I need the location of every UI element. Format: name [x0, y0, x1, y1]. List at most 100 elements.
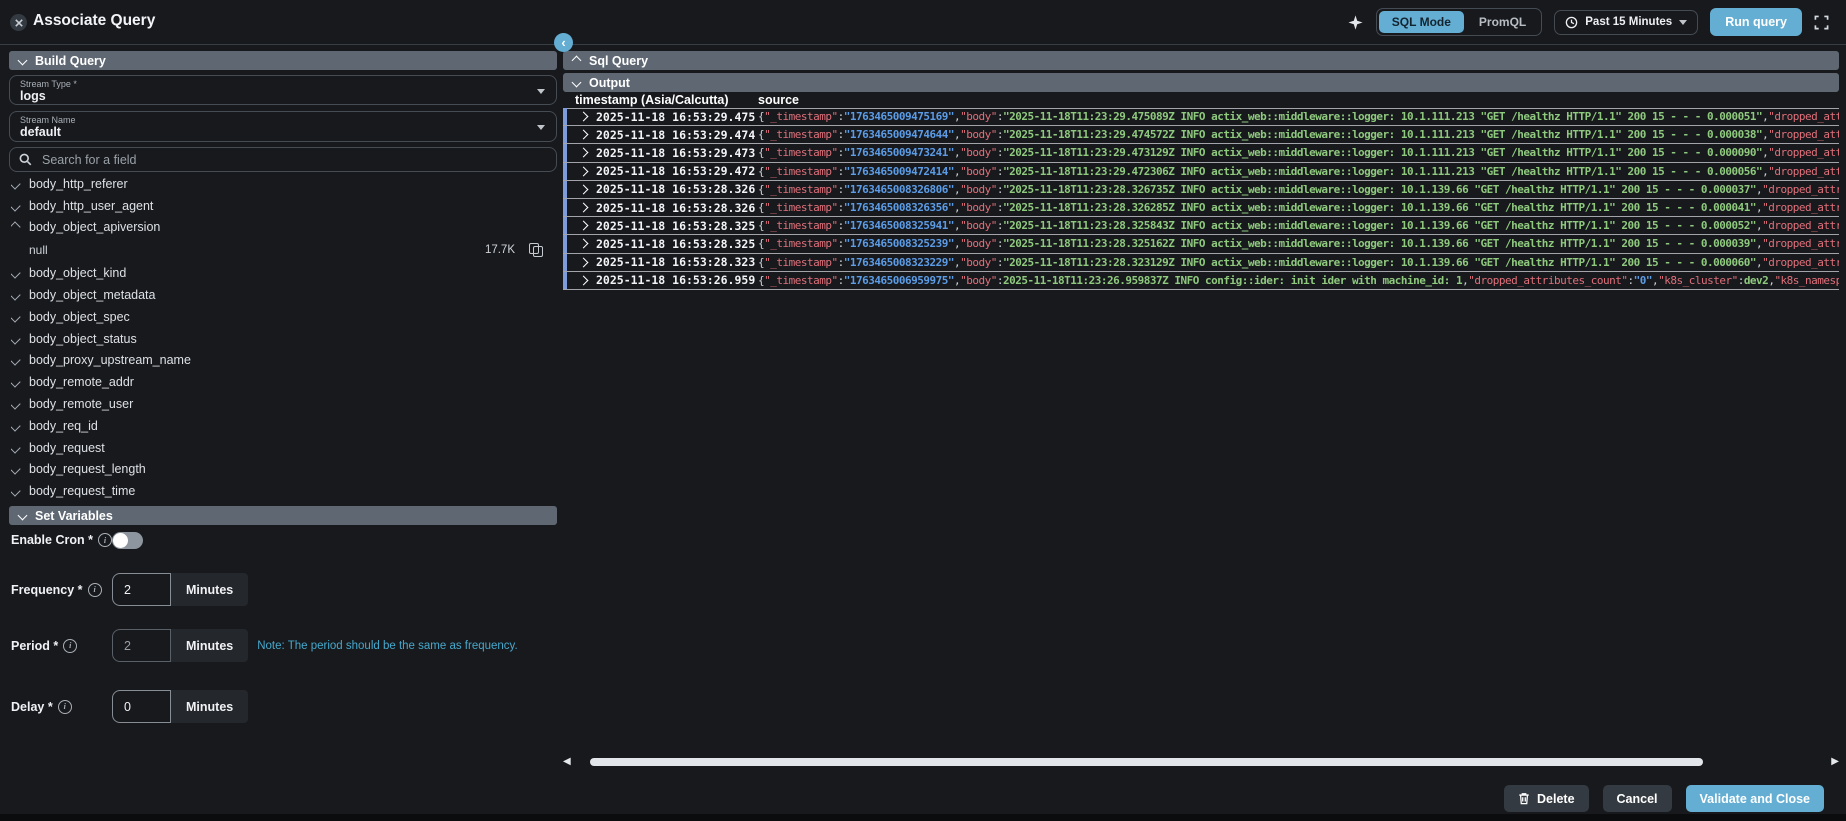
output-table-header: timestamp (Asia/Calcutta) source [563, 92, 1839, 109]
field-name: body_http_user_agent [29, 199, 153, 213]
stream-type-value: logs [20, 89, 546, 104]
field-item[interactable]: body_request [11, 437, 555, 459]
expand-row-icon[interactable] [579, 184, 589, 194]
output-header[interactable]: Output [563, 73, 1839, 92]
field-name: body_remote_addr [29, 375, 134, 389]
build-query-header[interactable]: Build Query [9, 51, 557, 70]
header-controls: SQL Mode PromQL Past 15 Minutes Run quer… [1347, 7, 1829, 37]
chevron-down-icon [537, 125, 545, 130]
field-item[interactable]: body_request_length [11, 459, 555, 481]
output-row[interactable]: 2025-11-18 16:53:29.472{"_timestamp":"17… [563, 163, 1839, 181]
cancel-button[interactable]: Cancel [1603, 785, 1672, 812]
expand-row-icon[interactable] [579, 112, 589, 122]
promql-mode-button[interactable]: PromQL [1466, 11, 1539, 33]
output-row[interactable]: 2025-11-18 16:53:29.475{"_timestamp":"17… [563, 108, 1839, 126]
field-item[interactable]: body_object_kind [11, 262, 555, 284]
time-range-selector[interactable]: Past 15 Minutes [1554, 10, 1698, 35]
chevron-down-icon [11, 398, 21, 409]
output-row[interactable]: 2025-11-18 16:53:29.473{"_timestamp":"17… [563, 144, 1839, 162]
scroll-right-arrow[interactable]: ▶ [1831, 756, 1839, 768]
fullscreen-icon[interactable] [1814, 15, 1829, 30]
field-item[interactable]: body_object_apiversion [11, 217, 555, 239]
row-timestamp: 2025-11-18 16:53:26.959 [563, 273, 758, 287]
expand-row-icon[interactable] [579, 257, 589, 267]
field-value-count: 17.7K [485, 244, 515, 256]
stream-type-select[interactable]: Stream Type * logs [9, 75, 557, 105]
close-button[interactable] [10, 14, 27, 31]
field-item[interactable]: body_req_id [11, 415, 555, 437]
chevron-down-icon [11, 464, 21, 475]
sql-mode-button[interactable]: SQL Mode [1379, 11, 1464, 33]
output-row[interactable]: 2025-11-18 16:53:28.325{"_timestamp":"17… [563, 217, 1839, 235]
sql-query-title: Sql Query [589, 54, 648, 68]
enable-cron-toggle[interactable] [112, 532, 143, 549]
collapse-panel-button[interactable]: ‹ [554, 33, 573, 52]
row-source: {"_timestamp":"1763465008325941","body":… [758, 219, 1839, 232]
timestamp-column-header: timestamp (Asia/Calcutta) [563, 93, 758, 107]
set-variables-header[interactable]: Set Variables [9, 506, 557, 525]
row-timestamp: 2025-11-18 16:53:28.325 [563, 219, 758, 233]
sql-query-header[interactable]: Sql Query [563, 51, 1839, 70]
chevron-down-icon [572, 78, 582, 88]
field-item[interactable]: body_remote_addr [11, 371, 555, 393]
expand-row-icon[interactable] [579, 275, 589, 285]
field-item[interactable]: body_request_time [11, 480, 555, 502]
field-item[interactable]: body_remote_user [11, 393, 555, 415]
field-item[interactable]: body_http_user_agent [11, 195, 555, 217]
output-row[interactable]: 2025-11-18 16:53:28.323{"_timestamp":"17… [563, 254, 1839, 272]
output-row[interactable]: 2025-11-18 16:53:28.326{"_timestamp":"17… [563, 181, 1839, 199]
expand-row-icon[interactable] [579, 148, 589, 158]
copy-icon[interactable] [529, 243, 543, 257]
frequency-row: Frequency * i Minutes [11, 573, 248, 606]
info-icon: i [58, 700, 72, 714]
delay-input[interactable] [112, 690, 171, 723]
field-name: body_request_time [29, 484, 135, 498]
field-item[interactable]: body_http_referer [11, 173, 555, 195]
scroll-left-arrow[interactable]: ◀ [563, 756, 571, 768]
field-name: body_remote_user [29, 397, 133, 411]
stream-name-label: Stream Name [20, 115, 546, 125]
row-source: {"_timestamp":"1763465008326356","body":… [758, 201, 1839, 214]
delay-unit: Minutes [171, 690, 248, 723]
output-row[interactable]: 2025-11-18 16:53:28.325{"_timestamp":"17… [563, 235, 1839, 253]
frequency-input[interactable] [112, 573, 171, 606]
search-icon [19, 153, 32, 166]
field-item[interactable]: body_object_status [11, 328, 555, 350]
toggle-knob [113, 533, 128, 548]
output-row[interactable]: 2025-11-18 16:53:28.326{"_timestamp":"17… [563, 199, 1839, 217]
field-name: body_http_referer [29, 177, 128, 191]
field-name: body_request [29, 441, 105, 455]
trash-icon [1518, 792, 1530, 805]
output-row[interactable]: 2025-11-18 16:53:29.474{"_timestamp":"17… [563, 126, 1839, 144]
horizontal-scrollbar: ◀ ▶ [563, 756, 1839, 768]
dialog-footer: Delete Cancel Validate and Close [1504, 785, 1824, 812]
period-input [112, 629, 171, 662]
delete-button[interactable]: Delete [1504, 785, 1589, 812]
output-row[interactable]: 2025-11-18 16:53:26.959{"_timestamp":"17… [563, 272, 1839, 290]
row-source: {"_timestamp":"1763465009473241","body":… [758, 146, 1839, 159]
chevron-down-icon [11, 355, 21, 366]
scrollbar-thumb[interactable] [590, 758, 1703, 766]
expand-row-icon[interactable] [579, 130, 589, 140]
stream-name-select[interactable]: Stream Name default [9, 111, 557, 142]
sparkle-icon[interactable] [1347, 14, 1364, 31]
expand-row-icon[interactable] [579, 203, 589, 213]
field-item[interactable]: body_object_metadata [11, 284, 555, 306]
build-query-panel: Build Query Stream Type * logs Stream Na… [9, 51, 557, 813]
row-source: {"_timestamp":"1763465008323229","body":… [758, 256, 1839, 269]
field-value: null [29, 243, 48, 257]
run-query-button[interactable]: Run query [1710, 8, 1802, 36]
clock-icon [1565, 16, 1578, 29]
chevron-down-icon [11, 178, 21, 189]
chevron-up-icon [11, 222, 21, 233]
enable-cron-row: Enable Cron * i [11, 531, 143, 549]
field-item[interactable]: body_proxy_upstream_name [11, 350, 555, 372]
validate-and-close-button[interactable]: Validate and Close [1686, 785, 1824, 812]
expand-row-icon[interactable] [579, 239, 589, 249]
field-item[interactable]: body_object_spec [11, 306, 555, 328]
expand-row-icon[interactable] [579, 166, 589, 176]
field-name: body_object_kind [29, 266, 126, 280]
expand-row-icon[interactable] [579, 221, 589, 231]
search-input[interactable] [40, 152, 547, 168]
period-row: Period * i Minutes Note: The period shou… [11, 629, 518, 662]
